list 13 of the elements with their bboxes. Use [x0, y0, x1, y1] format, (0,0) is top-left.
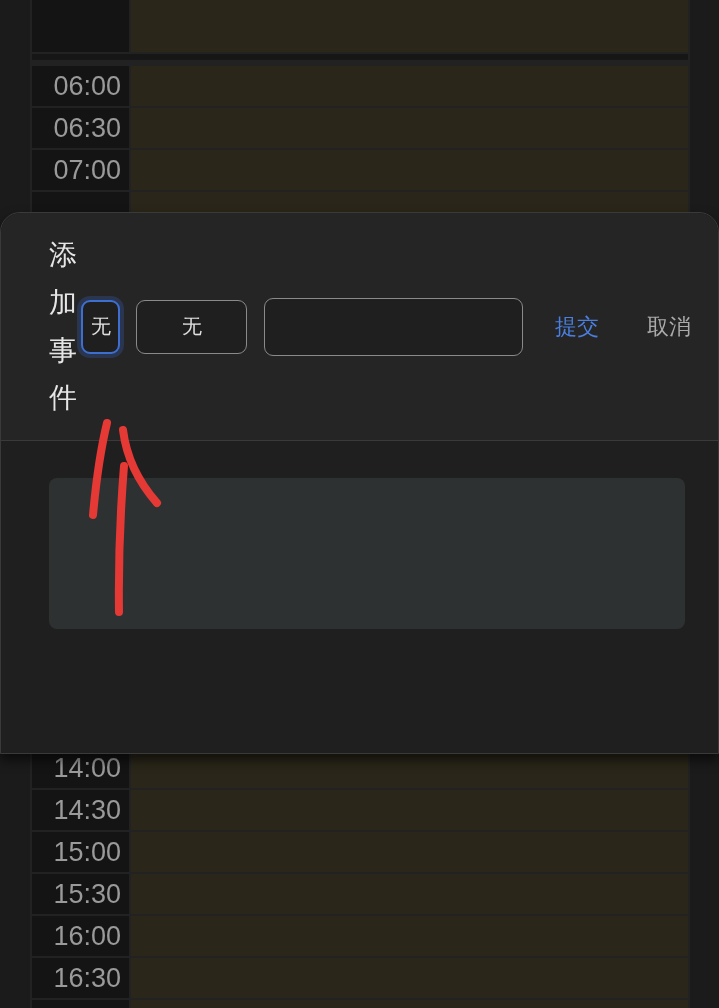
time-label: 06:00	[32, 66, 129, 106]
time-label: 06:30	[32, 108, 129, 148]
time-label: 15:00	[32, 832, 129, 872]
input-field[interactable]	[264, 297, 523, 356]
dialog-title: 添加事件	[49, 237, 77, 417]
time-label: 14:30	[32, 790, 129, 830]
time-label: 16:30	[32, 958, 129, 998]
time-label: 16:00	[32, 916, 129, 956]
submit-button[interactable]: 提交	[555, 307, 599, 346]
cancel-button[interactable]: 取消	[647, 307, 691, 346]
selector-button[interactable]: 无	[136, 299, 247, 354]
time-label: 07:00	[32, 150, 129, 190]
time-label: 15:30	[32, 874, 129, 914]
